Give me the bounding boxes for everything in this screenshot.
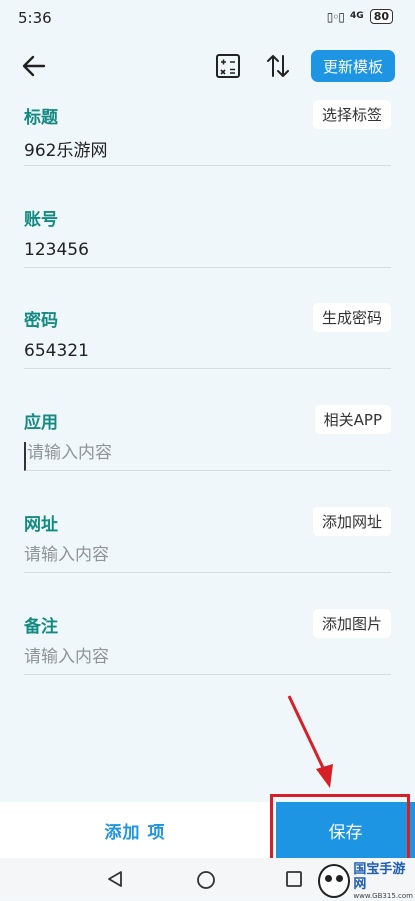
field-app: 应用 相关APP — [24, 405, 391, 480]
battery-indicator: 80 — [369, 9, 393, 24]
nav-recent-icon[interactable] — [285, 870, 303, 888]
status-time: 5:36 — [18, 9, 52, 27]
sort-button[interactable] — [264, 52, 292, 80]
field-password: 密码 生成密码 — [24, 303, 391, 378]
generate-password-button[interactable]: 生成密码 — [312, 303, 391, 332]
nav-home-icon[interactable] — [196, 870, 216, 890]
back-arrow-icon — [22, 55, 46, 77]
network-indicator: 4G — [350, 11, 364, 21]
vibrate-icon: ▯◦▯ — [326, 9, 345, 24]
field-label: 备注 — [24, 617, 58, 637]
field-label: 标题 — [24, 108, 58, 128]
panda-logo-icon — [318, 864, 351, 898]
related-app-button[interactable]: 相关APP — [314, 405, 391, 434]
status-icons: ▯◦▯ 4G 80 — [327, 9, 393, 24]
field-label: 账号 — [24, 210, 58, 230]
password-input[interactable] — [24, 334, 391, 369]
status-bar: 5:36 ▯◦▯ 4G 80 — [0, 0, 415, 34]
back-button[interactable] — [20, 52, 48, 80]
save-highlight-box — [270, 794, 410, 864]
select-tag-button[interactable]: 选择标签 — [312, 100, 391, 129]
sort-icon — [267, 55, 289, 77]
field-label: 应用 — [24, 413, 58, 433]
field-title: 标题 选择标签 — [24, 100, 391, 175]
add-url-button[interactable]: 添加网址 — [312, 507, 391, 536]
field-account: 账号 — [24, 205, 391, 277]
add-image-button[interactable]: 添加图片 — [312, 609, 391, 638]
account-input[interactable] — [24, 233, 391, 268]
title-input[interactable] — [24, 131, 391, 166]
watermark-url: www.GB315.com — [353, 891, 413, 900]
nav-back-icon[interactable] — [106, 870, 124, 888]
field-label: 密码 — [24, 311, 58, 331]
update-template-button[interactable]: 更新模板 — [311, 50, 395, 82]
watermark: 国宝手游网 www.GB315.com — [318, 862, 415, 900]
field-url: 网址 添加网址 — [24, 507, 391, 582]
app-input[interactable] — [24, 442, 391, 471]
toolbar: 更新模板 — [0, 44, 415, 88]
calculator-icon — [216, 54, 240, 78]
calculator-button[interactable] — [214, 52, 242, 80]
add-item-button[interactable]: 添加 项 — [0, 802, 270, 858]
field-label: 网址 — [24, 515, 58, 535]
note-input[interactable] — [24, 640, 391, 675]
annotation-arrow-icon — [287, 695, 333, 788]
watermark-title: 国宝手游网 — [353, 861, 406, 892]
field-note: 备注 添加图片 — [24, 609, 391, 684]
url-input[interactable] — [24, 538, 391, 573]
